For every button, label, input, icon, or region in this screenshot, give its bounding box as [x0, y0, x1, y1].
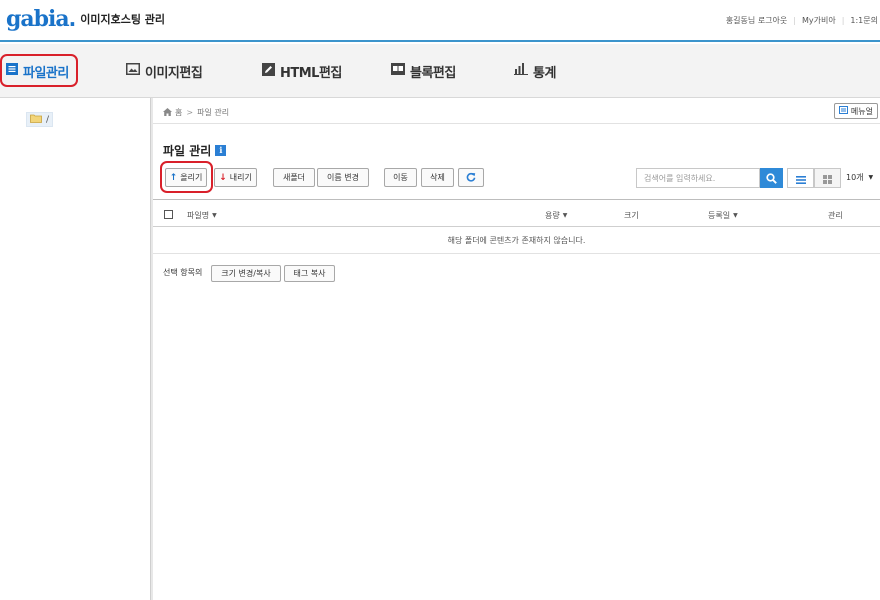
selection-label: 선택 항목의 — [163, 268, 203, 277]
folder-label: / — [46, 114, 50, 125]
info-icon[interactable]: i — [215, 145, 227, 156]
search-button[interactable] — [760, 168, 783, 188]
pencil-icon — [262, 62, 275, 80]
download-button-label: 내리기 — [229, 173, 252, 182]
move-button[interactable]: 이동 — [384, 168, 417, 187]
breadcrumb-bar: 홈 > 파일 관리 메뉴얼 — [153, 98, 880, 124]
block-icon — [391, 63, 405, 79]
manual-button[interactable]: 메뉴얼 — [833, 103, 878, 119]
nav-item-html-edit[interactable]: HTML편집 — [262, 44, 342, 98]
sort-caret-icon: ▼ — [212, 212, 217, 219]
page-title-text: 파일 관리 — [163, 144, 212, 158]
nav-item-statistics[interactable]: 통계 — [514, 44, 556, 98]
per-page-value: 10개 — [846, 173, 864, 182]
search-icon — [766, 169, 777, 188]
delete-button[interactable]: 삭제 — [421, 168, 454, 187]
column-header-size[interactable]: 용량 ▼ — [545, 210, 567, 221]
breadcrumb-home[interactable]: 홈 — [175, 107, 182, 118]
caret-down-icon: ▼ — [868, 174, 874, 181]
resize-copy-button[interactable]: 크기 변경/복사 — [211, 265, 281, 282]
divider: | — [793, 16, 796, 25]
download-button[interactable]: ↓ 내리기 — [214, 168, 257, 187]
page-title: 파일 관리 i — [163, 142, 227, 159]
refresh-button[interactable] — [458, 168, 484, 187]
breadcrumb-separator: > — [186, 108, 194, 117]
nav-item-label: HTML편집 — [280, 65, 342, 81]
top-header: gabia. 이미지호스팅 관리 홍길동님 로그아웃 | My가비아 | 1:1… — [0, 0, 880, 42]
logout-link[interactable]: 로그아웃 — [758, 15, 787, 26]
service-name: 이미지호스팅 관리 — [80, 13, 166, 26]
grid-view-button[interactable] — [814, 168, 841, 188]
highlight-box — [0, 54, 78, 87]
column-label: 파일명 — [187, 211, 210, 220]
column-header-dimensions: 크기 — [624, 210, 639, 221]
rename-button[interactable]: 이름 변경 — [317, 168, 369, 187]
tag-copy-button[interactable]: 태그 복사 — [284, 265, 335, 282]
user-greeting: 홍길동님 — [725, 16, 756, 25]
column-header-filename[interactable]: 파일명 ▼ — [187, 210, 217, 221]
nav-item-label: 통계 — [533, 65, 556, 81]
nav-item-label: 이미지편집 — [145, 65, 203, 81]
utility-links: 홍길동님 로그아웃 | My가비아 | 1:1문의 — [726, 15, 878, 26]
highlight-box — [160, 161, 213, 193]
folder-tree-panel: / — [0, 98, 151, 600]
grid-view-icon — [823, 169, 832, 188]
search-input[interactable]: 검색어를 입력하세요. — [636, 168, 760, 188]
main-nav: 파일관리 이미지편집 HTML편집 블록편집 통계 — [0, 44, 880, 98]
list-view-icon — [795, 169, 806, 188]
per-page-select[interactable]: 10개 ▼ — [846, 172, 873, 183]
logo-text: gabia — [6, 6, 70, 32]
column-label: 용량 — [545, 211, 560, 220]
book-icon — [838, 106, 848, 116]
nav-item-image-edit[interactable]: 이미지편집 — [126, 44, 203, 98]
select-all-checkbox[interactable] — [164, 210, 173, 219]
folder-icon — [30, 114, 42, 126]
nav-item-label: 블록편집 — [410, 65, 456, 81]
my-gabia-link[interactable]: My가비아 — [802, 15, 836, 26]
bar-chart-icon — [514, 63, 528, 79]
manual-button-label: 메뉴얼 — [850, 106, 873, 116]
logo[interactable]: gabia. 이미지호스팅 관리 — [6, 6, 165, 32]
image-icon — [126, 63, 140, 79]
divider: | — [841, 16, 845, 25]
arrow-down-icon: ↓ — [219, 172, 227, 183]
sort-caret-icon: ▼ — [562, 212, 568, 219]
empty-table-message: 해당 폴더에 콘텐츠가 존재하지 않습니다. — [153, 227, 880, 254]
logo-dot: . — [68, 7, 77, 31]
column-label: 등록일 — [708, 211, 731, 220]
column-label: 관리 — [828, 211, 843, 220]
column-header-manage: 관리 — [828, 210, 843, 221]
folder-tree-root[interactable]: / — [26, 112, 54, 127]
refresh-icon — [466, 172, 476, 184]
new-folder-button[interactable]: 새폴더 — [273, 168, 315, 187]
list-view-button[interactable] — [787, 168, 814, 188]
file-table-header: 파일명 ▼ 용량 ▼ 크기 등록일 ▼ 관리 — [153, 199, 880, 227]
main-content: 홈 > 파일 관리 메뉴얼 파일 관리 i ↑ 올리기 ↓ 내리기 새폴더 이름… — [153, 98, 880, 600]
breadcrumb-current: 파일 관리 — [197, 108, 230, 117]
inquiry-link[interactable]: 1:1문의 — [850, 15, 878, 26]
sort-caret-icon: ▼ — [733, 212, 738, 219]
nav-item-block-edit[interactable]: 블록편집 — [391, 44, 456, 98]
column-label: 크기 — [624, 211, 639, 220]
home-icon[interactable] — [163, 107, 172, 118]
breadcrumb: 홈 > 파일 관리 — [163, 107, 229, 118]
column-header-date[interactable]: 등록일 ▼ — [708, 210, 738, 221]
